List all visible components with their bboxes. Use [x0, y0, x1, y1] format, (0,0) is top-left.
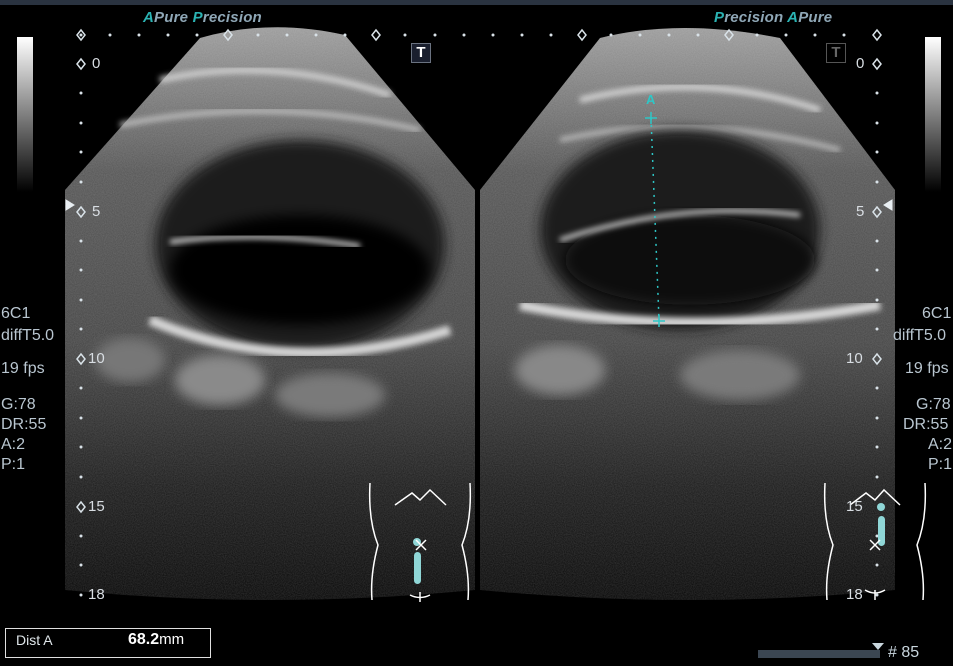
- gain-value: G:78: [1, 396, 36, 413]
- dynamic-range-value: DR:55: [1, 416, 47, 433]
- right-ultrasound-sector: [480, 28, 895, 600]
- probe-label: 6C1: [1, 305, 31, 322]
- right-t-button[interactable]: T: [826, 43, 846, 63]
- preset-label-right: diffT5.0: [893, 327, 947, 344]
- measurement-result-box[interactable]: Dist A 68.2mm: [5, 628, 211, 658]
- depth-label-right-15: 15: [846, 498, 863, 515]
- measurement-label: Dist A: [16, 632, 53, 648]
- preset-label: diffT5.0: [1, 327, 55, 344]
- left-t-button[interactable]: T: [411, 43, 431, 63]
- persistence-value-right: P:1: [928, 456, 953, 473]
- depth-label-right-18: 18: [846, 586, 863, 603]
- averaging-value-right: A:2: [928, 436, 953, 453]
- dynamic-range-value-right: DR:55: [903, 416, 949, 433]
- depth-label-left-10: 10: [88, 350, 105, 367]
- cine-progress-bar[interactable]: [758, 650, 880, 658]
- depth-label-right-5: 5: [856, 203, 865, 220]
- gain-value-right: G:78: [916, 396, 951, 413]
- acquisition-params-left: 6C1 diffT5.0 19 fps G:78 DR:55 A:2 P:1: [1, 303, 54, 475]
- persistence-value: P:1: [1, 456, 26, 473]
- caliper-marker-label: A: [646, 92, 656, 107]
- frame-rate: 19 fps: [1, 360, 45, 377]
- depth-label-left-15: 15: [88, 498, 105, 515]
- frame-number: # 85: [888, 644, 920, 661]
- cine-position-marker[interactable]: [872, 643, 884, 651]
- depth-label-left-0: 0: [92, 55, 101, 72]
- left-ultrasound-sector: [65, 27, 475, 600]
- acquisition-params-right: 6C1 diffT5.0 19 fps G:78 DR:55 A:2 P:1: [893, 303, 953, 475]
- frame-rate-right: 19 fps: [905, 360, 949, 377]
- probe-label-right: 6C1: [922, 305, 952, 322]
- depth-label-right-10: 10: [846, 350, 863, 367]
- depth-label-left-18: 18: [88, 586, 105, 603]
- depth-label-left-5: 5: [92, 203, 101, 220]
- depth-label-right-0: 0: [856, 55, 865, 72]
- measurement-value: 68.2mm: [128, 631, 185, 648]
- averaging-value: A:2: [1, 436, 26, 453]
- ultrasound-images: [65, 27, 927, 602]
